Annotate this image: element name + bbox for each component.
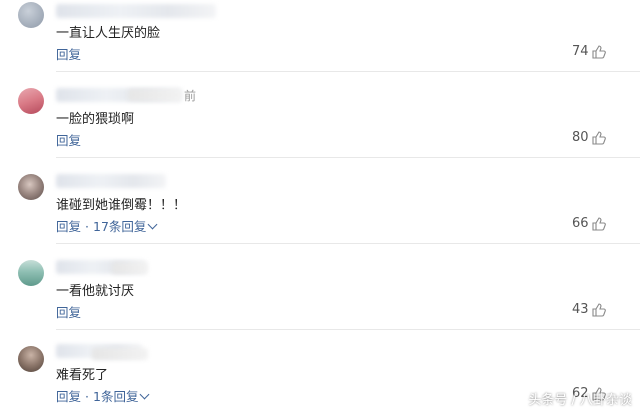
chevron-down-icon[interactable] [140,389,150,400]
timestamp-blurred [92,348,148,360]
avatar[interactable] [18,88,44,114]
comment-actions: 回复 [56,44,81,63]
view-replies-link[interactable]: 17条回复 [93,219,146,234]
comment-item: 谁碰到她谁倒霉！！！ 回复 · 17条回复 66 [0,158,640,244]
comment-text: 难看死了 [56,368,109,383]
reply-button[interactable]: 回复 [56,305,81,320]
thumbs-up-icon[interactable] [592,217,606,231]
like-count: 74 [572,44,589,59]
reply-button[interactable]: 回复 [56,219,81,234]
username-blurred [56,174,166,188]
like-count: 80 [572,130,589,145]
thumbs-up-icon[interactable] [592,303,606,317]
reply-button[interactable]: 回复 [56,389,81,404]
comment-actions: 回复 [56,130,81,149]
like-count: 43 [572,302,589,317]
comment-item: 一直让人生厌的脸 回复 74 [0,0,640,72]
source-watermark: 头条号 / 八卦杂谈 [528,393,632,408]
comment-item: 一看他就讨厌 回复 43 [0,244,640,330]
separator-dot: · [85,389,89,404]
separator-dot: · [85,219,89,234]
comment-actions: 回复 [56,302,81,321]
comment-text: 一看他就讨厌 [56,284,135,299]
reply-button[interactable]: 回复 [56,133,81,148]
avatar[interactable] [18,260,44,286]
comment-actions: 回复 · 1条回复 [56,386,150,405]
avatar[interactable] [18,2,44,28]
avatar[interactable] [18,346,44,372]
timestamp-suffix: 前 [184,89,197,103]
timestamp-blurred [128,89,182,101]
comment-text: 一脸的猥琐啊 [56,112,135,127]
username-blurred [56,4,216,18]
chevron-down-icon[interactable] [147,219,158,230]
like-count: 66 [572,216,589,231]
view-replies-link[interactable]: 1条回复 [93,389,138,404]
comment-item: 前 一脸的猥琐啊 回复 80 [0,72,640,158]
avatar[interactable] [18,174,44,200]
reply-button[interactable]: 回复 [56,47,81,62]
timestamp-blurred [112,262,148,274]
thumbs-up-icon[interactable] [592,131,606,145]
comment-actions: 回复 · 17条回复 [56,216,158,235]
comment-text: 一直让人生厌的脸 [56,26,161,41]
comment-text: 谁碰到她谁倒霉！！！ [56,198,187,213]
thumbs-up-icon[interactable] [592,45,606,59]
